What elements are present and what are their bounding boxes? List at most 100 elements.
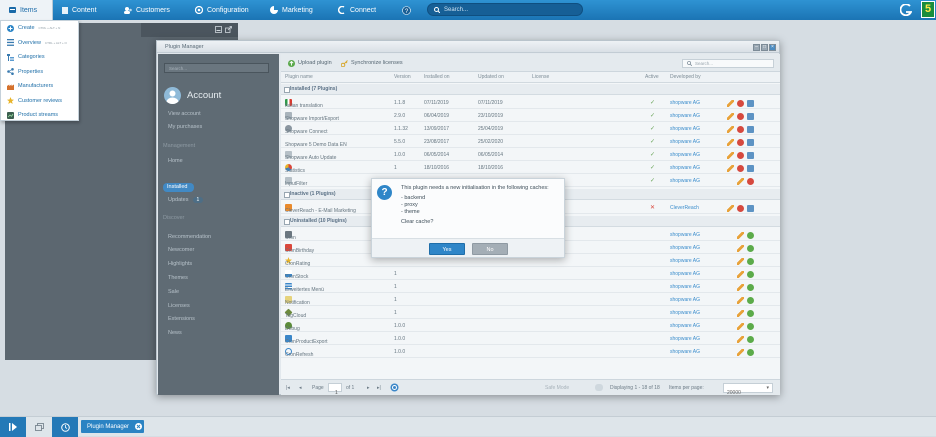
install-plus-icon[interactable] (747, 349, 754, 356)
page-number-input[interactable]: 1 (328, 383, 342, 396)
table-row[interactable]: CronProductExport 1.0.0 shopware AG (281, 332, 780, 345)
sidebar-link-installed[interactable]: Installed (163, 183, 194, 192)
menu-connect[interactable]: Connect (338, 0, 376, 20)
table-row[interactable]: CronStock 1 shopware AG (281, 267, 780, 280)
column-header-version[interactable]: Version (394, 74, 411, 80)
table-row[interactable]: Erweitertes Menü 1 shopware AG (281, 280, 780, 293)
sidebar-link-view-account[interactable]: View account (168, 111, 201, 117)
sidebar-link-updates[interactable]: Updates 1 (168, 197, 204, 203)
active-check-icon[interactable]: ✓ (650, 177, 655, 184)
developer-link[interactable]: shopware AG (670, 349, 700, 355)
developer-link[interactable]: shopware AG (670, 336, 700, 342)
edit-pencil-icon[interactable] (737, 297, 744, 304)
update-icon[interactable] (747, 100, 754, 107)
edit-pencil-icon[interactable] (727, 126, 734, 133)
first-page-icon[interactable]: |◂ (286, 385, 290, 391)
update-icon[interactable] (747, 165, 754, 172)
edit-pencil-icon[interactable] (737, 245, 744, 252)
update-icon[interactable] (747, 113, 754, 120)
plugin-manager-titlebar[interactable]: Plugin Manager – □ × (157, 41, 779, 53)
edit-pencil-icon[interactable] (727, 165, 734, 172)
developer-link[interactable]: shopware AG (670, 126, 700, 132)
edit-pencil-icon[interactable] (737, 284, 744, 291)
developer-link[interactable]: shopware AG (670, 165, 700, 171)
table-row[interactable]: Debug 1.0.0 shopware AG (281, 319, 780, 332)
update-icon[interactable] (747, 139, 754, 146)
synchronize-licenses-button[interactable]: Synchronize licenses (341, 58, 403, 68)
delete-icon[interactable] (747, 178, 754, 185)
column-header-license[interactable]: License (532, 74, 549, 80)
table-row[interactable]: Shopware Auto Update 1.0.0 06/05/2014 06… (281, 148, 780, 161)
developer-link[interactable]: shopware AG (670, 113, 700, 119)
minimize-button[interactable]: – (753, 44, 760, 51)
developer-link[interactable]: shopware AG (670, 284, 700, 290)
active-check-icon[interactable]: ✓ (650, 112, 655, 119)
developer-link[interactable]: shopware AG (670, 152, 700, 158)
delete-icon[interactable] (737, 126, 744, 133)
close-button[interactable]: × (769, 44, 776, 51)
expand-icon[interactable] (225, 26, 232, 33)
edit-pencil-icon[interactable] (737, 258, 744, 265)
active-check-icon[interactable]: ✓ (650, 138, 655, 145)
edit-pencil-icon[interactable] (727, 113, 734, 120)
install-plus-icon[interactable] (747, 232, 754, 239)
edit-pencil-icon[interactable] (727, 139, 734, 146)
items-per-page-select[interactable]: 20000 ▾ (723, 383, 773, 396)
window-switcher-button[interactable] (26, 417, 52, 437)
inactive-x-icon[interactable]: ✕ (650, 204, 655, 211)
sidebar-link-sale[interactable]: Sale (168, 289, 179, 295)
menu-customers[interactable]: Customers (124, 0, 170, 20)
prev-page-icon[interactable]: ◂ (299, 385, 302, 391)
minimize-icon[interactable] (215, 26, 222, 33)
developer-link[interactable]: shopware AG (670, 178, 700, 184)
menu-content[interactable]: Content (62, 0, 97, 20)
table-row[interactable]: Notification 1 shopware AG (281, 293, 780, 306)
column-header-updated-on[interactable]: Updated on (478, 74, 504, 80)
sidebar-link-my-purchases[interactable]: My purchases (168, 124, 202, 130)
developer-link[interactable]: shopware AG (670, 271, 700, 277)
delete-icon[interactable] (737, 100, 744, 107)
start-menu-button[interactable] (0, 417, 26, 437)
delete-icon[interactable] (737, 205, 744, 212)
dropdown-item-product-streams[interactable]: Product streams (1, 108, 78, 123)
close-icon[interactable] (135, 423, 143, 430)
edit-pencil-icon[interactable] (737, 349, 744, 356)
install-plus-icon[interactable] (747, 258, 754, 265)
developer-link[interactable]: shopware AG (670, 245, 700, 251)
active-check-icon[interactable]: ✓ (650, 125, 655, 132)
sidebar-link-recommendation[interactable]: Recommendation (168, 234, 211, 240)
dropdown-item-properties[interactable]: Properties (1, 65, 78, 80)
install-plus-icon[interactable] (747, 284, 754, 291)
edit-pencil-icon[interactable] (727, 205, 734, 212)
menu-configuration[interactable]: Configuration (195, 0, 249, 20)
active-check-icon[interactable]: ✓ (650, 151, 655, 158)
upload-plugin-button[interactable]: Upload plugin (288, 58, 332, 68)
edit-pencil-icon[interactable] (737, 271, 744, 278)
table-row[interactable]: CronRefresh 1.0.0 shopware AG (281, 345, 780, 358)
edit-pencil-icon[interactable] (737, 336, 744, 343)
edit-pencil-icon[interactable] (727, 100, 734, 107)
install-plus-icon[interactable] (747, 271, 754, 278)
developer-link[interactable]: CleverReach (670, 205, 699, 211)
table-row[interactable]: Shopware Import/Export 2.9.0 06/04/2019 … (281, 109, 780, 122)
delete-icon[interactable] (737, 113, 744, 120)
developer-link[interactable]: shopware AG (670, 310, 700, 316)
table-row[interactable]: Italian translation 1.1.8 07/11/2019 07/… (281, 96, 780, 109)
active-check-icon[interactable]: ✓ (650, 99, 655, 106)
update-icon[interactable] (747, 205, 754, 212)
table-row[interactable]: TagCloud 1 shopware AG (281, 306, 780, 319)
help-button[interactable]: ? (402, 0, 411, 20)
install-plus-icon[interactable] (747, 245, 754, 252)
dropdown-item-create[interactable]: Create CTRL + ALT + N (1, 21, 78, 36)
menu-marketing[interactable]: Marketing (270, 0, 313, 20)
sidebar-link-extensions[interactable]: Extensions (168, 316, 195, 322)
table-row[interactable]: Statistics 1 18/10/2016 18/10/2016 ✓ sho… (281, 161, 780, 174)
install-plus-icon[interactable] (747, 336, 754, 343)
delete-icon[interactable] (737, 139, 744, 146)
developer-link[interactable]: shopware AG (670, 323, 700, 329)
taskbar-window-plugin-manager[interactable]: Plugin Manager (81, 420, 144, 433)
column-header-installed-on[interactable]: Installed on (424, 74, 450, 80)
column-header-plugin-name[interactable]: Plugin name (285, 74, 313, 80)
developer-link[interactable]: shopware AG (670, 258, 700, 264)
table-row[interactable]: Shopware Connect 1.1.32 13/09/2017 25/04… (281, 122, 780, 135)
